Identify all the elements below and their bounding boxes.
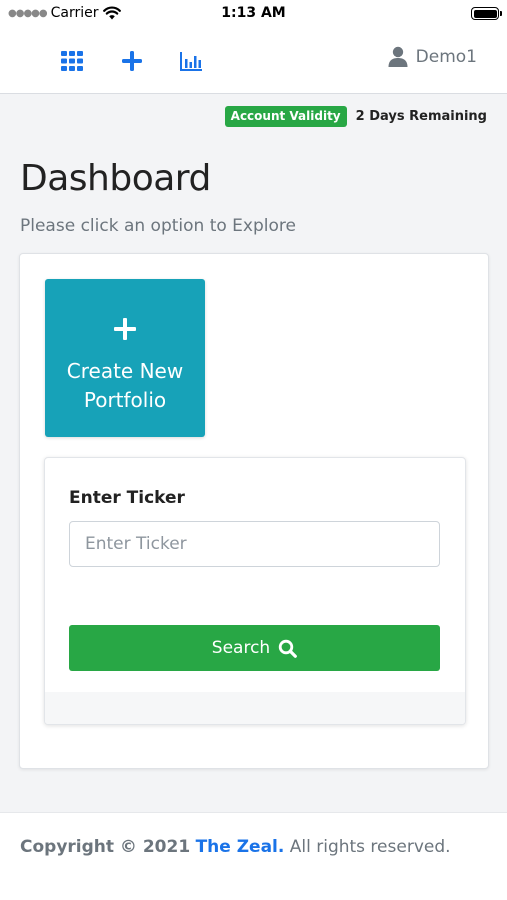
battery-icon bbox=[471, 7, 502, 20]
status-bar: ●●●●● Carrier 1:13 AM bbox=[0, 0, 507, 28]
ticker-card-footer bbox=[45, 692, 465, 724]
dashboard-card: Create New Portfolio Enter Ticker Search bbox=[19, 253, 489, 769]
validity-badge: Account Validity bbox=[224, 106, 347, 127]
search-icon bbox=[279, 639, 298, 658]
grid-icon[interactable] bbox=[60, 50, 84, 72]
copyright-text: Copyright © 2021 The Zeal. All rights re… bbox=[20, 837, 451, 857]
plus-icon[interactable] bbox=[120, 50, 144, 72]
copyright-prefix: Copyright © 2021 bbox=[20, 837, 191, 857]
ticker-label: Enter Ticker bbox=[69, 488, 185, 508]
user-name: Demo1 bbox=[415, 47, 477, 67]
days-remaining: 2 Days Remaining bbox=[355, 109, 487, 124]
page-footer: Copyright © 2021 The Zeal. All rights re… bbox=[0, 812, 507, 900]
ticker-search-card: Enter Ticker Search bbox=[44, 457, 466, 725]
status-time: 1:13 AM bbox=[221, 5, 286, 21]
plus-icon bbox=[114, 318, 136, 340]
copyright-suffix: All rights reserved. bbox=[289, 837, 451, 857]
create-portfolio-label: Create New Portfolio bbox=[66, 359, 184, 412]
search-button[interactable]: Search bbox=[69, 625, 440, 671]
page-subtitle: Please click an option to Explore bbox=[20, 216, 296, 236]
user-menu[interactable]: Demo1 bbox=[388, 46, 477, 68]
page-title: Dashboard bbox=[20, 158, 211, 199]
user-icon bbox=[388, 46, 408, 67]
ticker-input[interactable] bbox=[69, 521, 440, 567]
account-validity: Account Validity 2 Days Remaining bbox=[224, 106, 487, 127]
create-portfolio-tile[interactable]: Create New Portfolio bbox=[45, 279, 205, 437]
bar-chart-icon[interactable] bbox=[179, 50, 203, 72]
search-button-label: Search bbox=[211, 638, 271, 658]
brand-link[interactable]: The Zeal. bbox=[196, 837, 285, 857]
top-navbar: Demo1 bbox=[0, 28, 507, 94]
